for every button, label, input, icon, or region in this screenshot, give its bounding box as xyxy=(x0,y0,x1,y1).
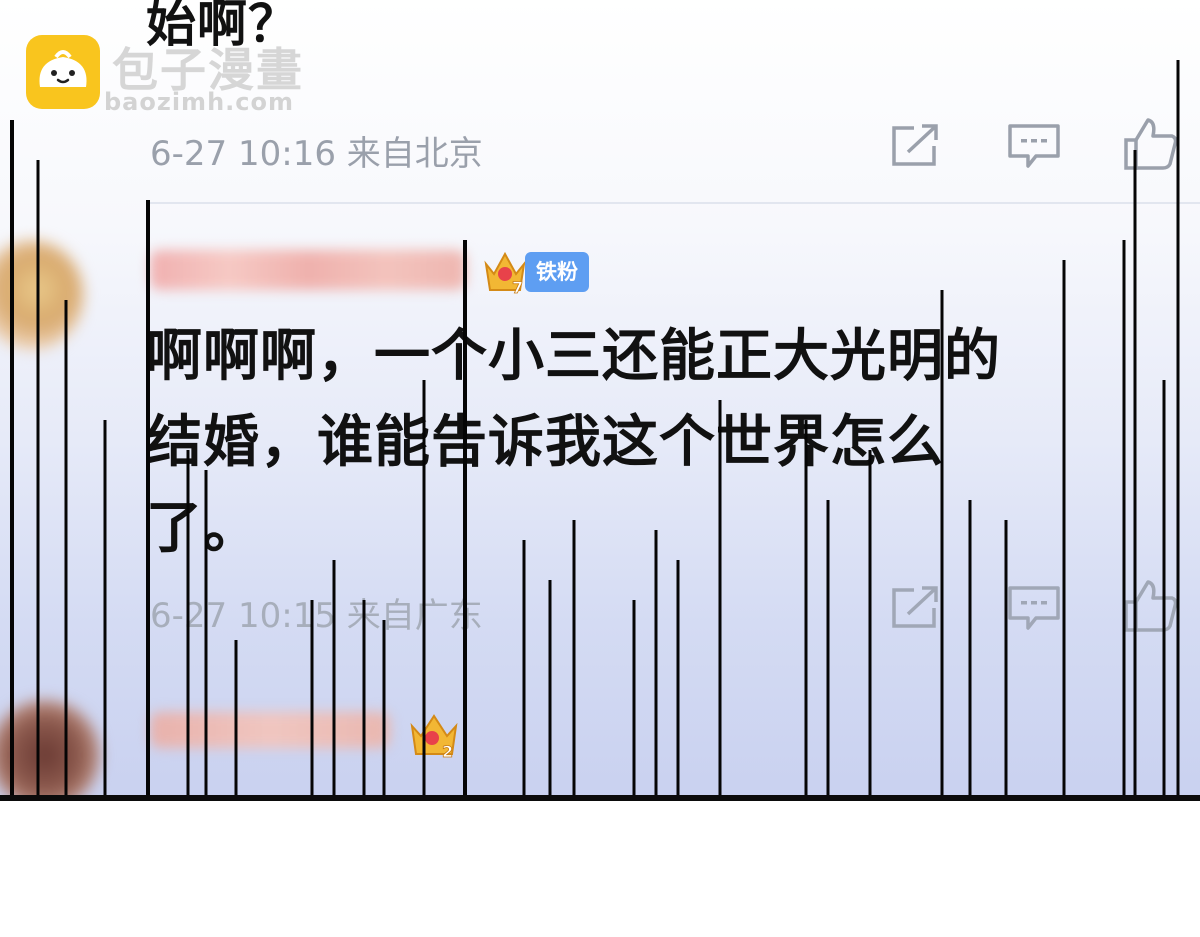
speed-lines-overlay xyxy=(10,60,1180,800)
comic-panel: 始啊？ 包子漫畫 baozimh.com 6-27 10:16 来自北京 7 铁… xyxy=(0,0,1200,800)
blank-gutter xyxy=(0,801,1200,937)
